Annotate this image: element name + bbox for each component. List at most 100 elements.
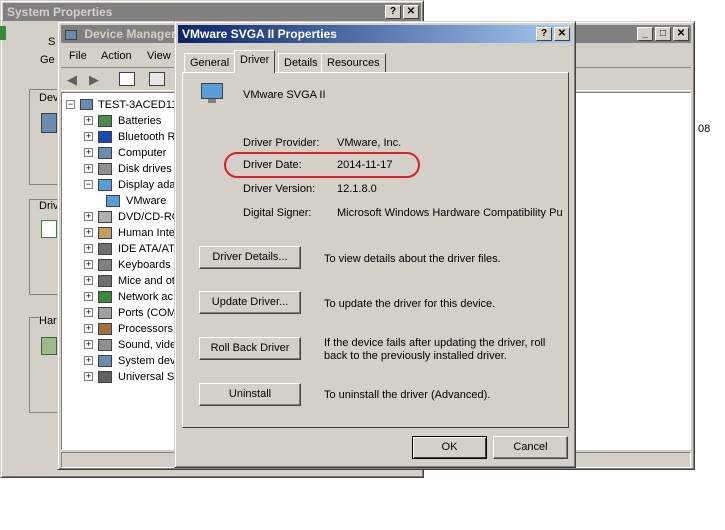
- driver-tab-panel: VMware SVGA II Driver Provider: VMware, …: [182, 72, 569, 428]
- provider-value: VMware, Inc.: [337, 137, 402, 149]
- maximize-button[interactable]: □: [655, 27, 671, 41]
- device-name: VMware SVGA II: [243, 89, 326, 101]
- system-tab-label[interactable]: S: [48, 36, 55, 48]
- tree-item-label: System dev: [118, 355, 176, 367]
- menu-action[interactable]: Action: [101, 50, 132, 62]
- monitor-icon: [201, 83, 223, 103]
- expand-icon[interactable]: +: [84, 276, 93, 285]
- tab-details[interactable]: Details: [278, 53, 324, 73]
- expand-icon[interactable]: +: [84, 244, 93, 253]
- tree-item-label: Display ada: [118, 179, 176, 191]
- expand-icon[interactable]: +: [84, 116, 93, 125]
- roll-back-driver-button[interactable]: Roll Back Driver: [199, 337, 301, 360]
- tree-item-label: DVD/CD-RO: [118, 211, 181, 223]
- group-label-drivers: Driv: [39, 200, 59, 212]
- device-manager-icon: [65, 29, 77, 40]
- device-category-icon: [98, 179, 112, 191]
- forward-arrow-icon[interactable]: ▶: [89, 72, 99, 88]
- tree-item-label: Batteries: [118, 115, 162, 127]
- menu-view[interactable]: View: [147, 50, 171, 62]
- root-label: TEST-3ACED11: [98, 99, 178, 111]
- update-driver-button[interactable]: Update Driver...: [199, 291, 301, 314]
- tree-item-label: VMware: [126, 195, 167, 207]
- minimize-button[interactable]: _: [637, 27, 653, 41]
- device-category-icon: [98, 163, 112, 175]
- help-button[interactable]: ?: [385, 5, 401, 19]
- system-properties-titlebar[interactable]: System Properties ? ✕: [3, 3, 421, 21]
- provider-label: Driver Provider:: [243, 137, 320, 149]
- tab-driver[interactable]: Driver: [234, 50, 276, 73]
- hardware-profiles-group: [29, 317, 59, 413]
- tree-item-label: Disk drives: [118, 163, 172, 175]
- device-icon: [41, 113, 57, 133]
- device-category-icon: [98, 131, 112, 143]
- driver-details-button[interactable]: Driver Details...: [199, 246, 301, 269]
- device-category-icon: [98, 291, 112, 303]
- properties-dialog: VMware SVGA II Properties ? ✕ General Dr…: [174, 21, 576, 468]
- date-label: Driver Date:: [243, 159, 302, 171]
- menu-file[interactable]: File: [69, 50, 87, 62]
- device-category-icon: [98, 355, 112, 367]
- tree-item-label: IDE ATA/AT: [118, 243, 175, 255]
- expand-icon[interactable]: +: [84, 148, 93, 157]
- expand-icon[interactable]: +: [84, 260, 93, 269]
- tab-general[interactable]: General: [184, 53, 236, 73]
- left-edge-icon: [0, 26, 6, 40]
- dm-close-button[interactable]: ✕: [673, 27, 689, 41]
- tree-item-label: Network ac: [118, 291, 174, 303]
- props-close-button[interactable]: ✕: [554, 27, 570, 41]
- device-category-icon: [98, 323, 112, 335]
- ok-button[interactable]: OK: [412, 436, 487, 459]
- expand-icon[interactable]: +: [84, 356, 93, 365]
- uninstall-desc: To uninstall the driver (Advanced).: [324, 389, 491, 401]
- expand-icon[interactable]: +: [84, 324, 93, 333]
- version-value: 12.1.8.0: [337, 183, 377, 195]
- expand-icon[interactable]: +: [84, 372, 93, 381]
- device-category-icon: [98, 211, 112, 223]
- group-label-device: Dev: [39, 92, 59, 104]
- collapse-icon[interactable]: −: [84, 180, 93, 189]
- back-arrow-icon[interactable]: ◀: [67, 72, 77, 88]
- cancel-button[interactable]: Cancel: [493, 436, 568, 459]
- group-label-hardware: Har: [39, 315, 57, 327]
- system-properties-title: System Properties: [7, 5, 113, 19]
- expand-icon[interactable]: +: [84, 308, 93, 317]
- signer-value: Microsoft Windows Hardware Compatibility…: [337, 207, 563, 219]
- date-value: 2014-11-17: [337, 159, 393, 171]
- tree-item-label: Bluetooth R: [118, 131, 176, 143]
- uninstall-button[interactable]: Uninstall: [199, 383, 301, 406]
- device-category-icon: [106, 195, 120, 207]
- computer-icon: [80, 99, 93, 110]
- expand-icon[interactable]: +: [84, 228, 93, 237]
- tab-resources[interactable]: Resources: [321, 53, 386, 73]
- device-category-icon: [98, 259, 112, 271]
- version-label: Driver Version:: [243, 183, 316, 195]
- driver-signing-icon: [41, 220, 57, 238]
- device-category-icon: [98, 275, 112, 287]
- tree-item-label: Processors: [118, 323, 174, 335]
- general-tab-label[interactable]: Ge: [40, 54, 55, 66]
- device-category-icon: [98, 115, 112, 127]
- roll-back-desc-line1: If the device fails after updating the d…: [324, 337, 546, 349]
- drivers-group: [29, 199, 59, 295]
- properties-icon[interactable]: [149, 72, 165, 86]
- expand-icon[interactable]: +: [84, 212, 93, 221]
- tree-item-label: Computer: [118, 147, 167, 159]
- expand-icon[interactable]: +: [84, 164, 93, 173]
- roll-back-desc-line2: back to the previously installed driver.: [324, 350, 507, 362]
- side-text: 08: [698, 123, 711, 135]
- device-category-icon: [98, 307, 112, 319]
- tree-item-label: Human Inte: [118, 227, 175, 239]
- expand-icon[interactable]: +: [84, 292, 93, 301]
- close-button[interactable]: ✕: [403, 5, 419, 19]
- props-help-button[interactable]: ?: [536, 27, 552, 41]
- signer-label: Digital Signer:: [243, 207, 312, 219]
- expand-icon[interactable]: +: [84, 132, 93, 141]
- tree-item-label: Keyboards: [118, 259, 171, 271]
- device-category-icon: [98, 339, 112, 351]
- properties-titlebar[interactable]: VMware SVGA II Properties ? ✕: [178, 25, 572, 43]
- device-category-icon: [98, 243, 112, 255]
- expand-icon[interactable]: +: [84, 340, 93, 349]
- collapse-icon[interactable]: −: [66, 100, 75, 109]
- show-hide-tree-icon[interactable]: [119, 72, 135, 86]
